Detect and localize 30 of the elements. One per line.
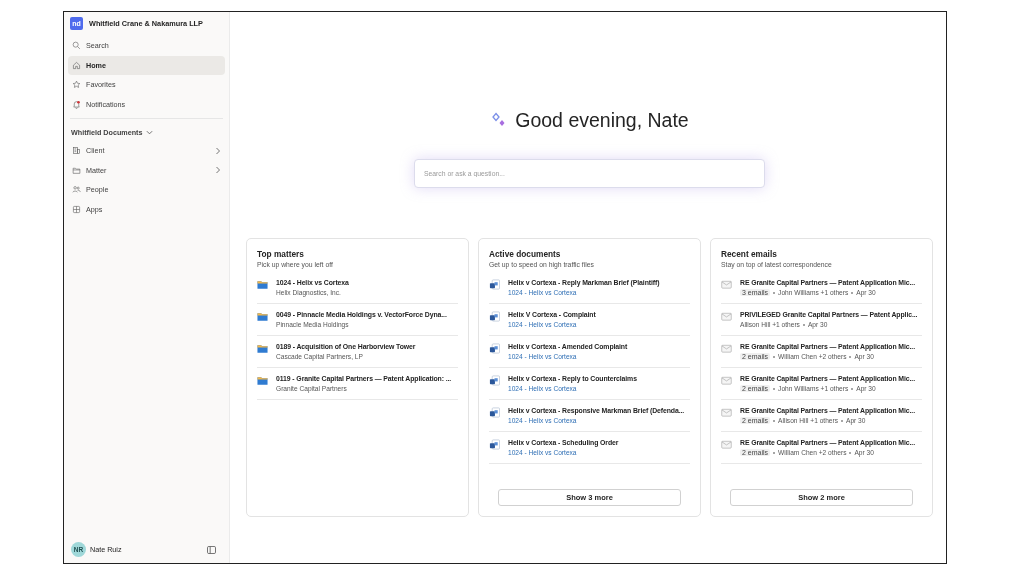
- home-icon: [72, 60, 81, 70]
- document-icon: [489, 279, 500, 290]
- mail-icon: [721, 439, 732, 450]
- card-title: Top matters: [257, 249, 305, 259]
- bell-icon: [72, 99, 81, 109]
- document-icon: [489, 343, 500, 354]
- document-icon: [489, 407, 500, 418]
- mail-icon: [721, 407, 732, 418]
- folder-icon: [257, 279, 268, 290]
- folder-icon: [72, 165, 81, 175]
- sidebar-toggle-icon[interactable]: [207, 545, 216, 554]
- people-icon: [72, 185, 81, 195]
- building-icon: [72, 146, 81, 156]
- folder-icon: [257, 375, 268, 386]
- search-icon: [72, 41, 81, 51]
- chevron-icon: [146, 128, 154, 136]
- card-title: Recent emails: [721, 249, 778, 259]
- mail-icon: [721, 311, 732, 322]
- card-title: Active documents: [489, 249, 562, 259]
- star-icon: [72, 80, 81, 90]
- mail-icon: [721, 343, 732, 354]
- document-icon: [489, 311, 500, 322]
- greeting: Good evening, Nate: [515, 109, 689, 132]
- apps-icon: [72, 204, 81, 214]
- document-icon: [489, 439, 500, 450]
- document-icon: [489, 375, 500, 386]
- mail-icon: [721, 375, 732, 386]
- mail-icon: [721, 279, 732, 290]
- folder-icon: [257, 343, 268, 354]
- folder-icon: [257, 311, 268, 322]
